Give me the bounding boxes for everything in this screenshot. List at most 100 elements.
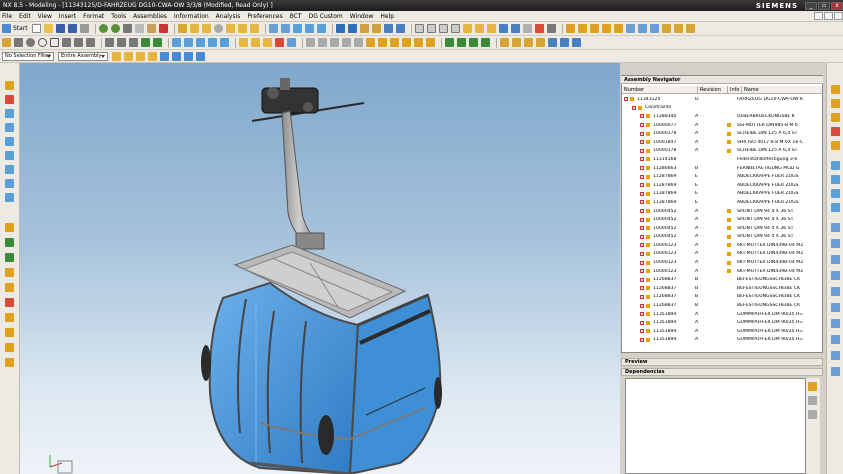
sweep-icon[interactable] (196, 38, 205, 47)
preview-panel-header[interactable]: Preview (621, 358, 823, 366)
shaded-view-icon[interactable] (462, 24, 472, 33)
menu-insert[interactable]: Insert (59, 13, 76, 20)
info-icon[interactable] (727, 140, 731, 145)
right-tool-15-icon[interactable] (831, 303, 840, 312)
arc-icon[interactable] (26, 38, 35, 47)
menu-window[interactable]: Window (350, 13, 374, 20)
visibility-checkbox[interactable] (640, 251, 644, 256)
visibility-checkbox[interactable] (640, 312, 644, 317)
offset-curve-icon[interactable] (86, 38, 95, 47)
palettes-tab-icon[interactable] (5, 253, 14, 262)
menu-file[interactable]: File (2, 13, 12, 20)
through-curves-icon[interactable] (184, 38, 193, 47)
column-header-info[interactable]: Info (728, 86, 742, 93)
sketch-plane-icon[interactable] (2, 38, 11, 47)
paste-icon[interactable] (146, 24, 156, 33)
navigator-row[interactable]: 11268837 B BEFESTIGUNGSSCHEIBE CK (622, 284, 822, 293)
cut-icon[interactable] (122, 24, 132, 33)
right-tool-16-icon[interactable] (831, 319, 840, 328)
menu-tools[interactable]: Tools (111, 13, 126, 20)
menu-edit[interactable]: Edit (19, 13, 31, 20)
snap-center-icon[interactable] (184, 51, 193, 61)
menu-format[interactable]: Format (83, 13, 104, 20)
navigator-row[interactable]: 10000178 A SCHEIBE DIN 125 A 6,4 ST (622, 129, 822, 138)
visibility-checkbox[interactable] (640, 294, 644, 299)
dependencies-panel-header[interactable]: Dependencies (621, 368, 823, 376)
right-tool-5-icon[interactable] (831, 141, 840, 150)
key-icon[interactable] (673, 24, 683, 33)
datum-plane-icon[interactable] (268, 24, 278, 33)
snap-endpoint-icon[interactable] (160, 51, 169, 61)
system-scenes-tab-icon[interactable] (5, 238, 14, 247)
select-features-icon[interactable] (112, 51, 121, 61)
translucency-icon[interactable] (287, 38, 296, 47)
snap-icon[interactable] (534, 24, 544, 33)
select-edges-icon[interactable] (136, 51, 145, 61)
note-icon[interactable] (524, 38, 533, 47)
visibility-checkbox[interactable] (640, 166, 644, 171)
navigator-row[interactable]: 10000123 A 6KT-MUTTER DIN439B-04 M2 (622, 267, 822, 276)
layer-icon[interactable] (522, 24, 532, 33)
fillet-icon[interactable] (129, 38, 138, 47)
info-icon[interactable] (727, 226, 731, 231)
reference-set-icon[interactable] (649, 24, 659, 33)
navigator-row[interactable]: 11286663 B FERNBETAETIGUNG MGD G (622, 164, 822, 173)
menu-view[interactable]: View (38, 13, 52, 20)
doc-minimize-button[interactable] (814, 12, 823, 20)
view-triad-icon[interactable] (548, 38, 557, 47)
info-icon[interactable] (727, 260, 731, 265)
dependency-up-icon[interactable] (808, 396, 817, 405)
open-folder-icon[interactable] (43, 24, 53, 33)
visibility-checkbox[interactable] (624, 97, 628, 102)
intersect-icon[interactable] (316, 24, 326, 33)
pmi-icon[interactable] (512, 38, 521, 47)
reuse-library-tab-icon[interactable] (5, 123, 14, 132)
visibility-checkbox[interactable] (640, 140, 644, 145)
visibility-checkbox[interactable] (640, 320, 644, 325)
fit-view-icon[interactable] (414, 24, 424, 33)
hole-icon[interactable] (213, 24, 223, 33)
navigator-row[interactable]: 10000077 A SSI-MUTTER DIN985-8 M 6 (622, 121, 822, 130)
part-navigator-tab-icon[interactable] (5, 109, 14, 118)
dependency-view-icon[interactable] (808, 382, 817, 391)
visibility-checkbox[interactable] (640, 114, 644, 119)
section-view-icon[interactable] (510, 24, 520, 33)
info-icon[interactable] (727, 123, 731, 128)
navigator-row[interactable]: 10000123 A 6KT-MUTTER DIN439B-04 M2 (622, 241, 822, 250)
print-icon[interactable] (79, 24, 89, 33)
explode-icon[interactable] (601, 24, 611, 33)
camera-icon[interactable] (572, 38, 581, 47)
assembly-navigator-tab-icon[interactable] (5, 81, 14, 90)
navigator-row[interactable]: 11287869 E ABDECKKAPPE FUER ZUGS (622, 172, 822, 181)
visibility-checkbox[interactable] (640, 157, 644, 162)
copy-component-icon[interactable] (378, 38, 387, 47)
undo-icon[interactable] (98, 24, 108, 33)
info-icon[interactable] (727, 131, 731, 136)
info-icon[interactable] (727, 243, 731, 248)
right-tool-12-icon[interactable] (831, 255, 840, 264)
grid-icon[interactable] (318, 38, 327, 47)
zoom-icon[interactable] (426, 24, 436, 33)
right-tool-18-icon[interactable] (831, 351, 840, 360)
extend-icon[interactable] (117, 38, 126, 47)
start-button[interactable]: Start (2, 24, 28, 33)
column-header-revision[interactable]: Revision (698, 86, 728, 93)
manufacturing-tab-icon[interactable] (5, 313, 14, 322)
navigator-row[interactable]: 10000452 A SPLINT DIN 94 4 X 36 ST (622, 207, 822, 216)
reports-tab-icon[interactable] (5, 343, 14, 352)
sketch-icon[interactable] (177, 24, 187, 33)
save-view-icon[interactable] (560, 38, 569, 47)
selection-scope-dropdown[interactable]: Entire Assembly (58, 51, 108, 61)
table-icon[interactable] (536, 38, 545, 47)
visibility-checkbox[interactable] (640, 131, 644, 136)
filter-icon[interactable] (354, 38, 363, 47)
selection-filter-dropdown[interactable]: No Selection Filter (2, 51, 54, 61)
circle-icon[interactable] (38, 38, 47, 47)
pan-icon[interactable] (450, 24, 460, 33)
right-tool-9-icon[interactable] (831, 203, 840, 212)
close-button[interactable]: x (831, 1, 843, 10)
info-icon[interactable] (727, 217, 731, 222)
deviation-icon[interactable] (469, 38, 478, 47)
select-faces-icon[interactable] (124, 51, 133, 61)
transform-icon[interactable] (366, 38, 375, 47)
